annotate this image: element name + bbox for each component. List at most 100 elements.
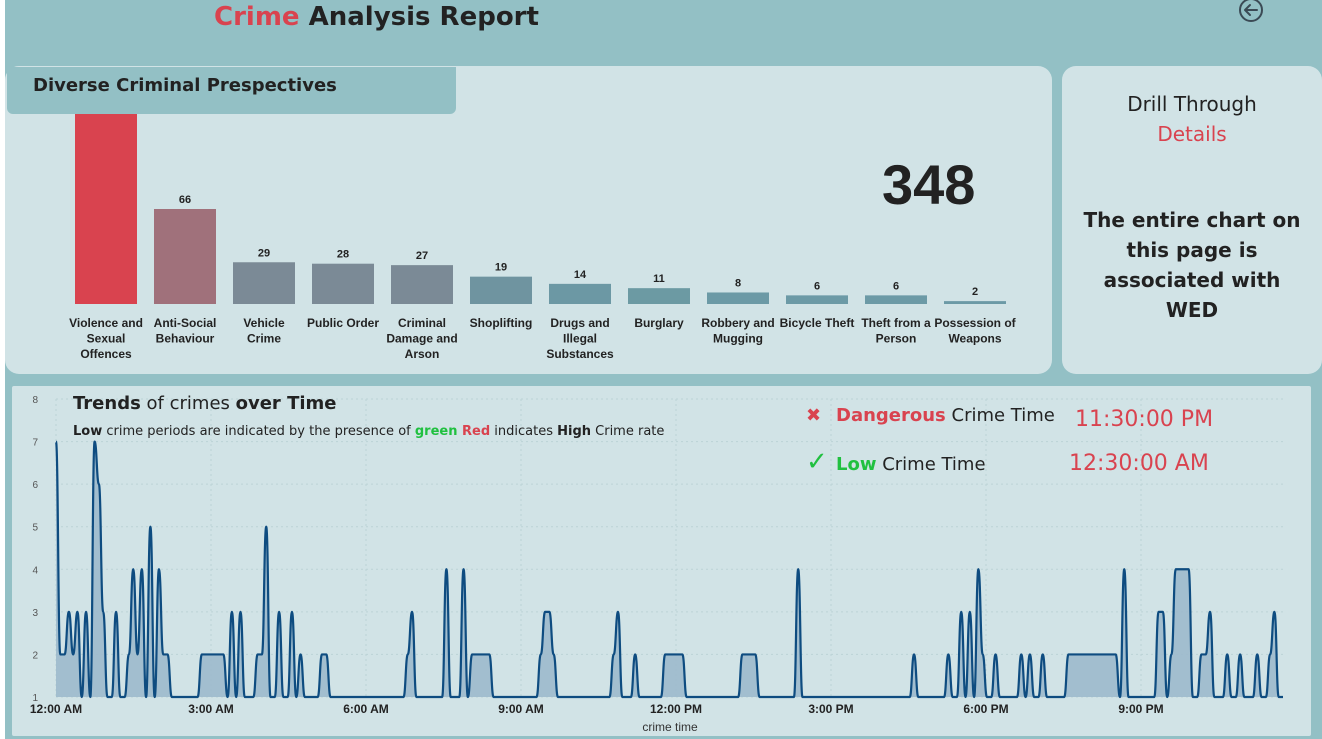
low-time: 12:30:00 AM — [1069, 451, 1209, 476]
x-axis-title: crime time — [642, 720, 698, 734]
category-label-line: Substances — [546, 347, 614, 361]
y-tick-label: 3 — [32, 608, 38, 619]
x-mark-icon: ✖ — [806, 405, 822, 426]
sub-low: Low — [73, 424, 103, 439]
category-label-line: Anti-Social — [154, 316, 217, 330]
low-label: Low — [836, 454, 877, 475]
drill-through-note: The entire chart on this page is associa… — [1083, 208, 1301, 322]
bar[interactable] — [312, 263, 374, 304]
category-label-line: Illegal — [563, 332, 597, 346]
bar[interactable] — [549, 283, 611, 304]
drill-through-title: Drill Through — [1127, 92, 1257, 116]
x-tick-label: 12:00 PM — [650, 702, 702, 716]
sub-text1: crime periods are indicated by the prese… — [102, 424, 415, 439]
bar-value-label: 6 — [814, 280, 820, 292]
category-label-line: Violence and — [69, 316, 143, 330]
x-tick-label: 3:00 AM — [188, 702, 234, 716]
bar[interactable] — [786, 295, 848, 304]
trend-title: Trends of crimes over Time — [73, 393, 337, 414]
x-tick-label: 12:00 AM — [30, 702, 82, 716]
bar[interactable] — [391, 265, 453, 304]
category-label-line: Bicycle Theft — [780, 316, 855, 330]
y-tick-label: 5 — [32, 523, 38, 534]
category-label-line: Crime — [247, 332, 281, 346]
category-label-line: Theft from a — [861, 316, 931, 330]
sub-text3: Crime rate — [591, 424, 665, 439]
bar-value-label: 19 — [495, 262, 507, 274]
x-tick-label: 9:00 PM — [1118, 702, 1163, 716]
low-legend: ✓ Low Crime Time — [806, 447, 986, 477]
category-label-line: Possession of — [934, 316, 1016, 330]
category-label-line: Shoplifting — [470, 316, 533, 330]
x-tick-label: 6:00 PM — [963, 702, 1008, 716]
tab-header-label: Diverse Criminal Prespectives — [33, 75, 337, 96]
bar[interactable] — [470, 276, 532, 304]
category-label-line: Person — [876, 332, 917, 346]
bar[interactable] — [154, 209, 216, 304]
category-label: Burglary — [634, 316, 684, 330]
bar-value-label: 27 — [416, 250, 428, 262]
category-label: Criminal Damage and Arson — [386, 316, 457, 361]
trend-title-part3: over Time — [235, 393, 337, 414]
category-label: Violence and Sexual Offences — [69, 316, 143, 361]
dangerous-legend: ✖ Dangerous Crime Time — [806, 405, 1055, 426]
bar-value-label: 6 — [893, 280, 899, 292]
bar-value-label: 29 — [258, 247, 270, 259]
dangerous-label: Dangerous — [836, 405, 946, 426]
trend-title-part2: of crimes — [140, 393, 236, 414]
sub-text2: indicates — [490, 424, 558, 439]
bar-value-label: 11 — [653, 273, 665, 285]
drill-through-details[interactable]: Details — [1062, 122, 1322, 146]
bar[interactable] — [628, 288, 690, 304]
x-tick-label: 6:00 AM — [343, 702, 389, 716]
y-tick-label: 4 — [32, 565, 38, 576]
area-fill — [56, 441, 1283, 697]
category-label-line: Offences — [80, 347, 132, 361]
trend-title-part1: Trends — [73, 393, 141, 414]
bar[interactable] — [233, 262, 295, 304]
y-tick-label: 2 — [32, 650, 38, 661]
bar[interactable] — [944, 301, 1006, 304]
dangerous-suffix: Crime Time — [945, 405, 1055, 426]
low-suffix: Crime Time — [876, 454, 986, 475]
bar-value-label: 2 — [972, 286, 978, 298]
category-label: Anti-Social Behaviour — [154, 316, 217, 346]
tab-header: Diverse Criminal Prespectives — [7, 67, 456, 114]
category-label: Shoplifting — [470, 316, 533, 330]
dangerous-time: 11:30:00 PM — [1075, 407, 1214, 432]
y-tick-label: 6 — [32, 480, 38, 491]
sub-high: High — [557, 424, 592, 439]
y-tick-label: 8 — [32, 395, 38, 406]
x-tick-label: 3:00 PM — [808, 702, 853, 716]
category-label: Theft from a Person — [861, 316, 931, 346]
bar[interactable] — [707, 292, 769, 304]
category-label-line: Drugs and — [550, 316, 609, 330]
category-label: Robbery and Mugging — [701, 316, 774, 346]
y-tick-label: 7 — [32, 438, 38, 449]
trend-subtitle: Low crime periods are indicated by the p… — [73, 424, 664, 439]
category-label-line: Vehicle — [243, 316, 285, 330]
bar[interactable] — [865, 295, 927, 304]
x-tick-label: 9:00 AM — [498, 702, 544, 716]
category-label-line: Arson — [405, 347, 440, 361]
category-label-line: Sexual — [87, 332, 126, 346]
bar-value-label: 66 — [179, 194, 191, 206]
checkmark-icon: ✓ — [806, 447, 828, 477]
category-label-line: Criminal — [398, 316, 446, 330]
category-label: Possession of Weapons — [934, 316, 1016, 346]
category-label: Vehicle Crime — [243, 316, 285, 346]
bar-value-label: 28 — [337, 249, 349, 261]
category-label-line: Mugging — [713, 332, 763, 346]
sub-red: Red — [457, 424, 491, 439]
sub-green: green — [414, 424, 458, 439]
category-label: Bicycle Theft — [780, 316, 855, 330]
category-label-line: Weapons — [948, 332, 1001, 346]
total-crimes-kpi: 348 — [882, 153, 976, 216]
category-label-line: Behaviour — [156, 332, 215, 346]
category-label-line: Burglary — [634, 316, 684, 330]
category-label-line: Damage and — [386, 332, 457, 346]
bar-value-label: 14 — [574, 269, 587, 281]
bar[interactable] — [75, 114, 137, 304]
category-label-line: Public Order — [307, 316, 379, 330]
bar-value-label: 8 — [735, 277, 741, 289]
